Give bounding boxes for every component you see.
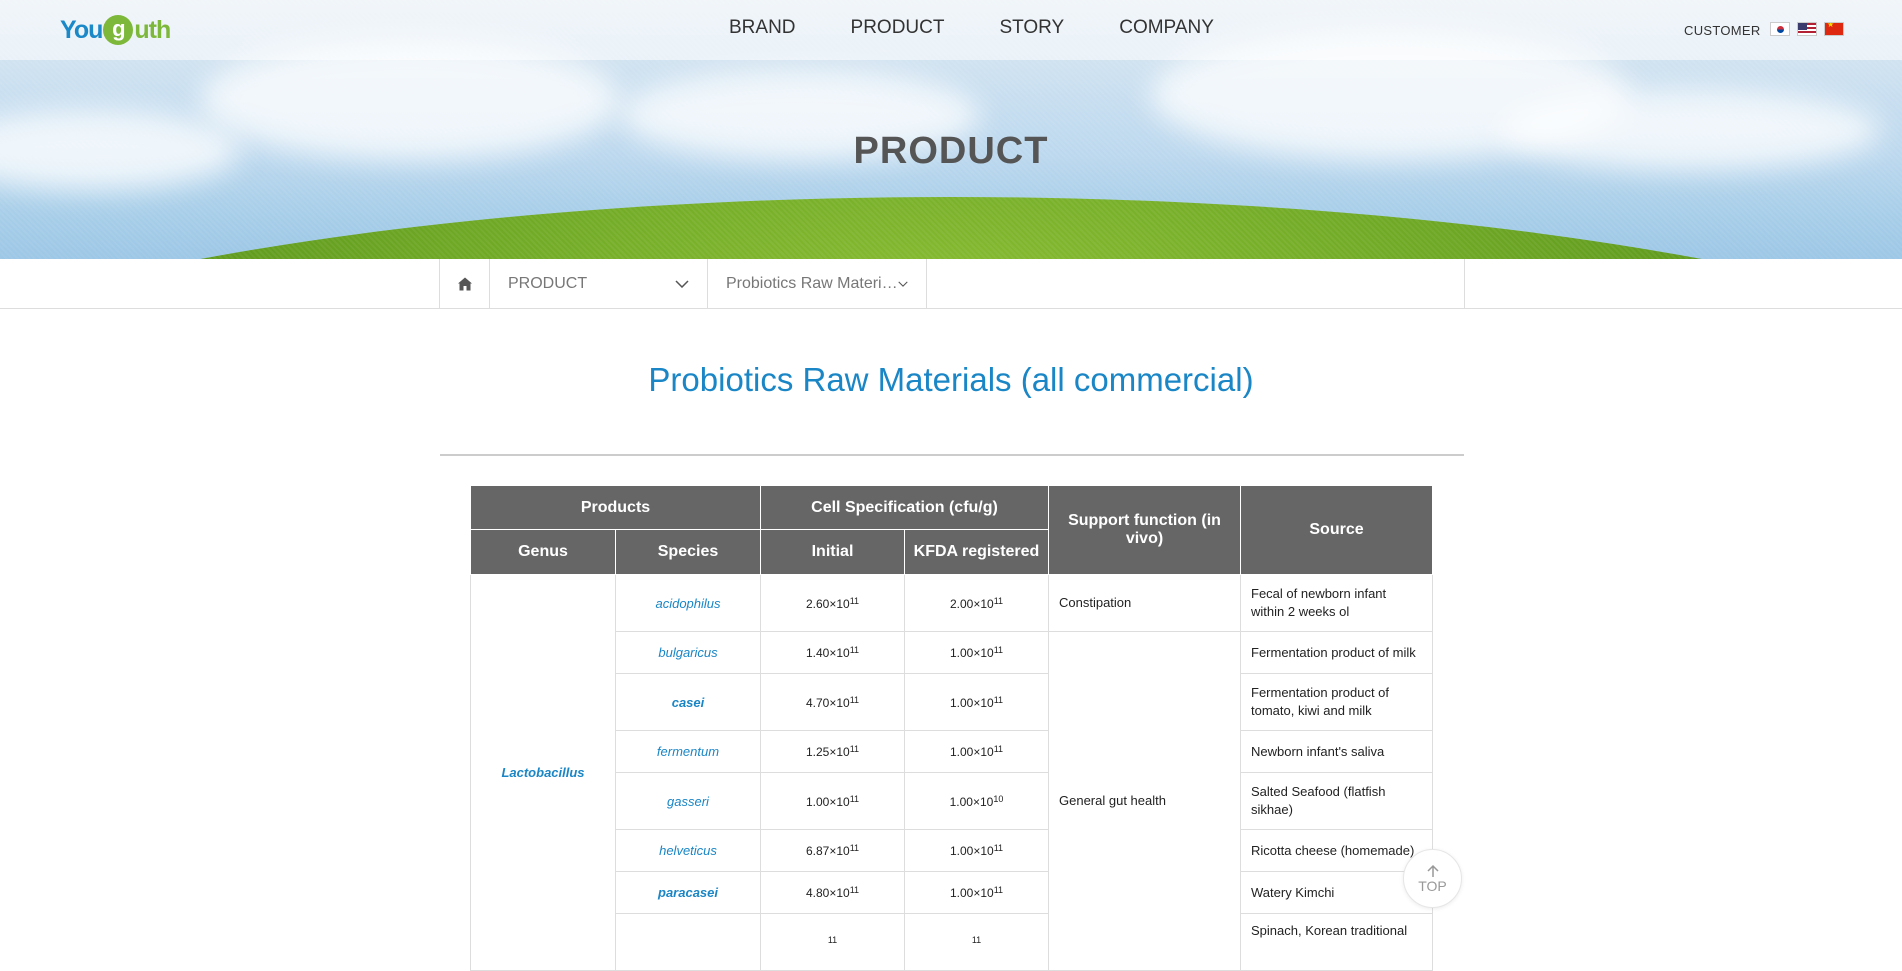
chevron-down-icon — [898, 280, 908, 287]
species-cell[interactable]: bulgaricus — [615, 631, 761, 674]
us-flag-icon[interactable] — [1797, 22, 1817, 36]
site-header: You g uth BRAND PRODUCT STORY COMPANY CUST… — [0, 0, 1902, 60]
initial-cell: 2.60×1011 — [760, 574, 905, 632]
kr-flag-icon[interactable] — [1770, 22, 1790, 36]
kfda-cell: 1.00×1010 — [904, 772, 1049, 830]
species-cell[interactable]: paracasei — [615, 871, 761, 914]
header-cell-spec: Cell Specification (cfu/g) — [760, 485, 1049, 530]
header-support: Support function (in vivo) — [1048, 485, 1241, 575]
language-flags — [1770, 22, 1844, 36]
top-button-label: TOP — [1418, 877, 1447, 894]
function-cell: Constipation — [1048, 574, 1241, 632]
breadcrumb-level2-label: Probiotics Raw Materials (all commercial… — [726, 274, 898, 292]
chevron-down-icon — [675, 279, 689, 288]
breadcrumb-home[interactable] — [440, 259, 490, 308]
kfda-cell: 1.00×1011 — [904, 673, 1049, 731]
logo[interactable]: You g uth — [60, 8, 171, 52]
table-row: paracasei 4.80×1011 1.00×1011 Watery Kim… — [471, 871, 1433, 914]
logo-you: You — [60, 15, 103, 44]
initial-cell: 4.70×1011 — [760, 673, 905, 731]
genus-cell: Lactobacillus — [470, 574, 616, 971]
kfda-cell: 1.00×1011 — [904, 730, 1049, 773]
initial-cell: 4.80×1011 — [760, 871, 905, 914]
header-products: Products — [470, 485, 761, 530]
breadcrumb-select-product[interactable]: PRODUCT — [490, 259, 708, 308]
header-source: Source — [1240, 485, 1433, 575]
nav-company[interactable]: COMPANY — [1119, 17, 1214, 39]
source-cell: Fermentation product of tomato, kiwi and… — [1240, 673, 1433, 731]
table-row: gasseri 1.00×1011 1.00×1010 Salted Seafo… — [471, 772, 1433, 830]
header-genus: Genus — [470, 529, 616, 575]
table-row: fermentum 1.25×1011 1.00×1011 Newborn in… — [471, 730, 1433, 773]
kfda-cell: 1.00×1011 — [904, 829, 1049, 872]
nav-brand[interactable]: BRAND — [729, 17, 796, 39]
source-cell: Salted Seafood (flatfish sikhae) — [1240, 772, 1433, 830]
initial-cell: 6.87×1011 — [760, 829, 905, 872]
source-cell: Ricotta cheese (homemade) — [1240, 829, 1433, 872]
hero-title: PRODUCT — [853, 130, 1049, 172]
header-initial: Initial — [760, 529, 905, 575]
cn-flag-icon[interactable] — [1824, 22, 1844, 36]
main-nav: BRAND PRODUCT STORY COMPANY — [729, 17, 1269, 39]
divider — [440, 454, 1464, 456]
kfda-cell: 1.00×1011 — [904, 871, 1049, 914]
kfda-cell: 11 — [904, 913, 1049, 971]
table-row: 11 11 Spinach, Korean traditional — [471, 913, 1433, 971]
breadcrumb-level1-label: PRODUCT — [508, 274, 588, 292]
source-cell: Fermentation product of milk — [1240, 631, 1433, 674]
species-cell[interactable]: helveticus — [615, 829, 761, 872]
breadcrumb-select-category[interactable]: Probiotics Raw Materials (all commercial… — [708, 259, 927, 308]
header-kfda: KFDA registered — [904, 529, 1049, 575]
logo-g: g — [103, 15, 134, 45]
header-species: Species — [615, 529, 761, 575]
function-cell: General gut health — [1048, 631, 1241, 971]
page-title: Probiotics Raw Materials (all commercial… — [648, 361, 1254, 398]
nav-product[interactable]: PRODUCT — [851, 17, 945, 39]
breadcrumb: PRODUCT Probiotics Raw Materials (all co… — [439, 259, 1465, 309]
initial-cell: 1.25×1011 — [760, 730, 905, 773]
source-cell: Spinach, Korean traditional — [1240, 913, 1433, 971]
breadcrumb-bar: PRODUCT Probiotics Raw Materials (all co… — [0, 259, 1902, 309]
arrow-up-icon — [1426, 864, 1439, 877]
initial-cell: 1.40×1011 — [760, 631, 905, 674]
species-cell[interactable]: casei — [615, 673, 761, 731]
source-cell: Fecal of newborn infant within 2 weeks o… — [1240, 574, 1433, 632]
species-cell[interactable] — [615, 913, 761, 971]
customer-link[interactable]: CUSTOMER — [1684, 23, 1761, 38]
table-row: Lactobacillus acidophilus 2.60×1011 2.00… — [470, 574, 1433, 971]
kfda-cell: 2.00×1011 — [904, 574, 1049, 632]
table-row: casei 4.70×1011 1.00×1011 Fermentation p… — [471, 673, 1433, 731]
species-cell[interactable]: acidophilus — [615, 574, 761, 632]
initial-cell: 11 — [760, 913, 905, 971]
initial-cell: 1.00×1011 — [760, 772, 905, 830]
probiotics-table: Products Cell Specification (cfu/g) Supp… — [470, 485, 1433, 971]
home-icon — [457, 277, 472, 290]
species-cell[interactable]: fermentum — [615, 730, 761, 773]
nav-story[interactable]: STORY — [999, 17, 1064, 39]
table-row: helveticus 6.87×1011 1.00×1011 Ricotta c… — [471, 829, 1433, 872]
species-cell[interactable]: gasseri — [615, 772, 761, 830]
table-row: bulgaricus 1.40×1011 1.00×1011 General g… — [471, 631, 1433, 971]
kfda-cell: 1.00×1011 — [904, 631, 1049, 674]
source-cell: Newborn infant's saliva — [1240, 730, 1433, 773]
top-button[interactable]: TOP — [1403, 849, 1462, 908]
logo-uth: uth — [134, 15, 171, 44]
